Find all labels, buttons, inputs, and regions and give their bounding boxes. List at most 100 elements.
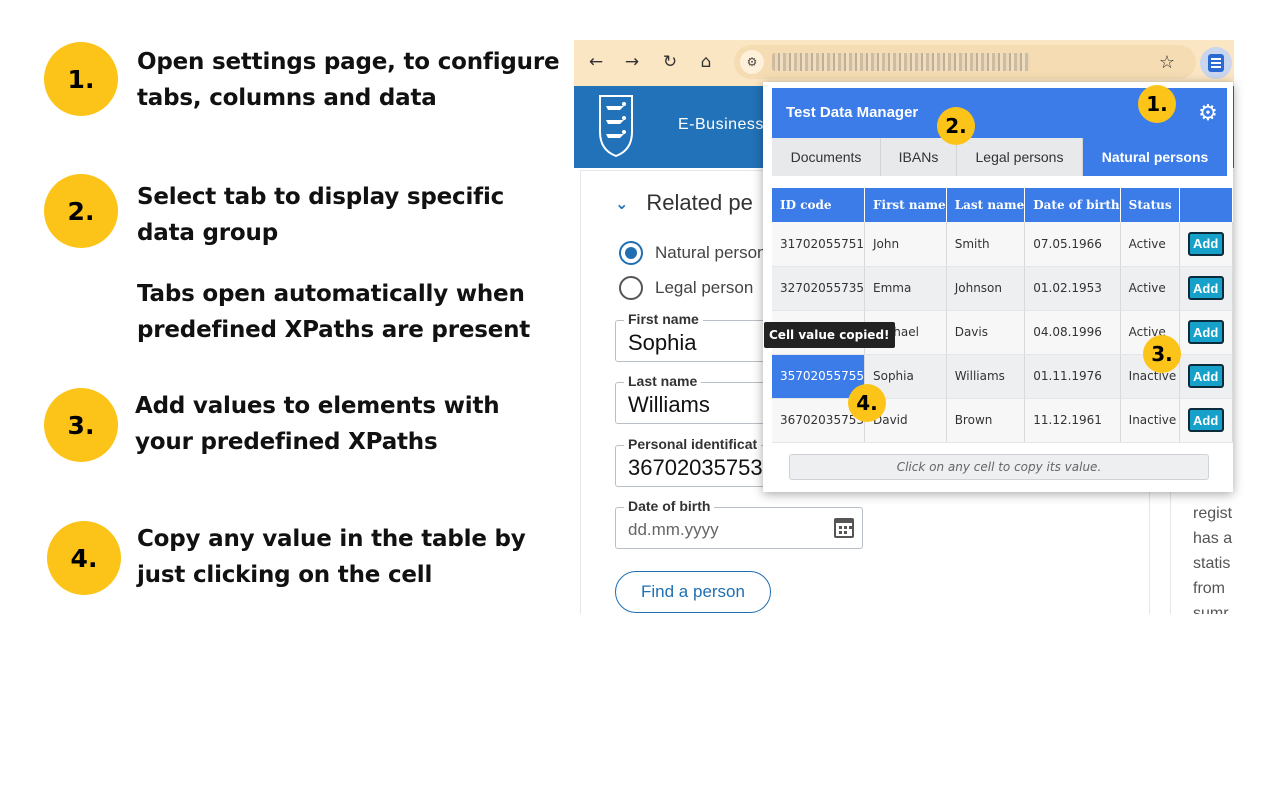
cell-date-of-birth[interactable]: 07.05.1966 <box>1025 222 1120 266</box>
step-3-line-1: Add values to elements with <box>135 388 499 424</box>
cell-last-name[interactable]: Johnson <box>946 266 1025 310</box>
popup-title: Test Data Manager <box>786 104 918 121</box>
cell-last-name[interactable]: Brown <box>946 398 1025 442</box>
info-line-5: sumr <box>1193 601 1229 614</box>
cell-status[interactable]: Inactive <box>1120 398 1179 442</box>
cell-status[interactable]: Active <box>1120 222 1179 266</box>
cell-date-of-birth[interactable]: 01.02.1953 <box>1025 266 1120 310</box>
settings-gear-icon[interactable]: ⚙ <box>1197 103 1219 125</box>
add-button[interactable]: Add <box>1188 276 1224 300</box>
column-header: Date of birth <box>1025 188 1120 222</box>
cell-first-name[interactable]: John <box>864 222 946 266</box>
extension-icon[interactable] <box>1200 47 1232 79</box>
step-4-text: Copy any value in the table by just clic… <box>137 521 526 593</box>
step-2-badge: 2. <box>44 174 118 248</box>
add-button[interactable]: Add <box>1188 408 1224 432</box>
calendar-icon[interactable] <box>834 518 854 538</box>
browser-toolbar: ← → ↻ ⌂ ⚙ ☆ <box>574 40 1234 86</box>
step-3-badge: 3. <box>44 388 118 462</box>
radio-legal-person[interactable]: Legal person <box>619 276 753 300</box>
step-1-line-1: Open settings page, to configure <box>137 44 559 80</box>
table-row: 32702055735 Emma Johnson 01.02.1953 Acti… <box>772 266 1233 310</box>
personal-id-label: Personal identificat <box>624 436 761 452</box>
cell-last-name[interactable]: Smith <box>946 222 1025 266</box>
tab-documents[interactable]: Documents <box>772 138 881 176</box>
cell-status[interactable]: Active <box>1120 266 1179 310</box>
radio-legal-person-label: Legal person <box>655 278 753 298</box>
column-header <box>1179 188 1232 222</box>
popup-footer-hint: Click on any cell to copy its value. <box>789 454 1209 480</box>
info-line-1: regist <box>1193 501 1232 526</box>
column-header: Last name <box>946 188 1025 222</box>
step-2-note-line-2: predefined XPaths are present <box>137 312 530 348</box>
home-icon[interactable]: ⌂ <box>692 48 720 76</box>
step-1-line-2: tabs, columns and data <box>137 80 559 116</box>
date-of-birth-placeholder: dd.mm.yyyy <box>628 520 719 540</box>
forward-icon[interactable]: → <box>618 48 646 76</box>
cell-id-code[interactable]: 32702055735 <box>772 266 864 310</box>
tab-ibans[interactable]: IBANs <box>881 138 957 176</box>
cell-action: Add <box>1179 310 1232 354</box>
cell-action: Add <box>1179 354 1232 398</box>
cell-date-of-birth[interactable]: 01.11.1976 <box>1025 354 1120 398</box>
site-settings-icon[interactable]: ⚙ <box>740 50 764 74</box>
table-header-row: ID code First name Last name Date of bir… <box>772 188 1233 222</box>
callout-4-badge: 4. <box>848 384 886 422</box>
natural-persons-table: ID code First name Last name Date of bir… <box>772 188 1233 443</box>
popup-tabs: Documents IBANs Legal persons Natural pe… <box>772 138 1227 176</box>
date-of-birth-field[interactable]: Date of birth dd.mm.yyyy <box>615 507 863 549</box>
add-button[interactable]: Add <box>1188 232 1224 256</box>
find-person-button[interactable]: Find a person <box>615 571 771 613</box>
column-header: ID code <box>772 188 864 222</box>
first-name-label: First name <box>624 311 703 327</box>
step-2-line-2: data group <box>137 215 504 251</box>
step-4-line-2: just clicking on the cell <box>137 557 526 593</box>
table-row: 31702055751 John Smith 07.05.1966 Active… <box>772 222 1233 266</box>
reload-icon[interactable]: ↻ <box>656 48 684 76</box>
first-name-value: Sophia <box>628 330 697 356</box>
cell-last-name[interactable]: Davis <box>946 310 1025 354</box>
personal-id-value: 36702035753 <box>628 455 763 481</box>
step-2-note: Tabs open automatically when predefined … <box>137 276 530 348</box>
cell-action: Add <box>1179 266 1232 310</box>
cell-first-name[interactable]: Emma <box>864 266 946 310</box>
test-data-manager-popup: Test Data Manager ⚙ Documents IBANs Lega… <box>763 82 1233 492</box>
bookmark-star-icon[interactable]: ☆ <box>1154 49 1180 75</box>
last-name-value: Williams <box>628 392 710 418</box>
callout-1-badge: 1. <box>1138 85 1176 123</box>
section-title[interactable]: ⌄ Related pe <box>615 190 753 216</box>
cell-action: Add <box>1179 222 1232 266</box>
column-header: First name <box>864 188 946 222</box>
cell-id-code[interactable]: 31702055751 <box>772 222 864 266</box>
tab-natural-persons[interactable]: Natural persons <box>1083 138 1227 176</box>
info-line-3: statis <box>1193 551 1230 576</box>
step-3-line-2: your predefined XPaths <box>135 424 499 460</box>
cell-date-of-birth[interactable]: 04.08.1996 <box>1025 310 1120 354</box>
cell-date-of-birth[interactable]: 11.12.1961 <box>1025 398 1120 442</box>
radio-natural-person-control[interactable] <box>619 241 643 265</box>
last-name-label: Last name <box>624 373 701 389</box>
blurred-url-text <box>772 53 1030 71</box>
add-button[interactable]: Add <box>1188 320 1224 344</box>
tab-legal-persons[interactable]: Legal persons <box>957 138 1083 176</box>
step-2-text: Select tab to display specific data grou… <box>137 179 504 251</box>
chevron-down-icon[interactable]: ⌄ <box>615 194 628 213</box>
info-line-4: from <box>1193 576 1225 601</box>
cell-action: Add <box>1179 398 1232 442</box>
radio-natural-person-label: Natural person <box>655 243 767 263</box>
radio-legal-person-control[interactable] <box>619 276 643 300</box>
step-4-line-1: Copy any value in the table by <box>137 521 526 557</box>
date-of-birth-label: Date of birth <box>624 498 714 514</box>
coat-of-arms-icon <box>596 92 636 158</box>
back-icon[interactable]: ← <box>582 48 610 76</box>
step-1-badge: 1. <box>44 42 118 116</box>
cell-last-name[interactable]: Williams <box>946 354 1025 398</box>
step-1-text: Open settings page, to configure tabs, c… <box>137 44 559 116</box>
copied-tooltip: Cell value copied! <box>764 322 895 348</box>
table-row: 36702035753 David Brown 11.12.1961 Inact… <box>772 398 1233 442</box>
column-header: Status <box>1120 188 1179 222</box>
info-line-2: has a <box>1193 526 1232 551</box>
step-4-badge: 4. <box>47 521 121 595</box>
radio-natural-person[interactable]: Natural person <box>619 241 767 265</box>
add-button[interactable]: Add <box>1188 364 1224 388</box>
